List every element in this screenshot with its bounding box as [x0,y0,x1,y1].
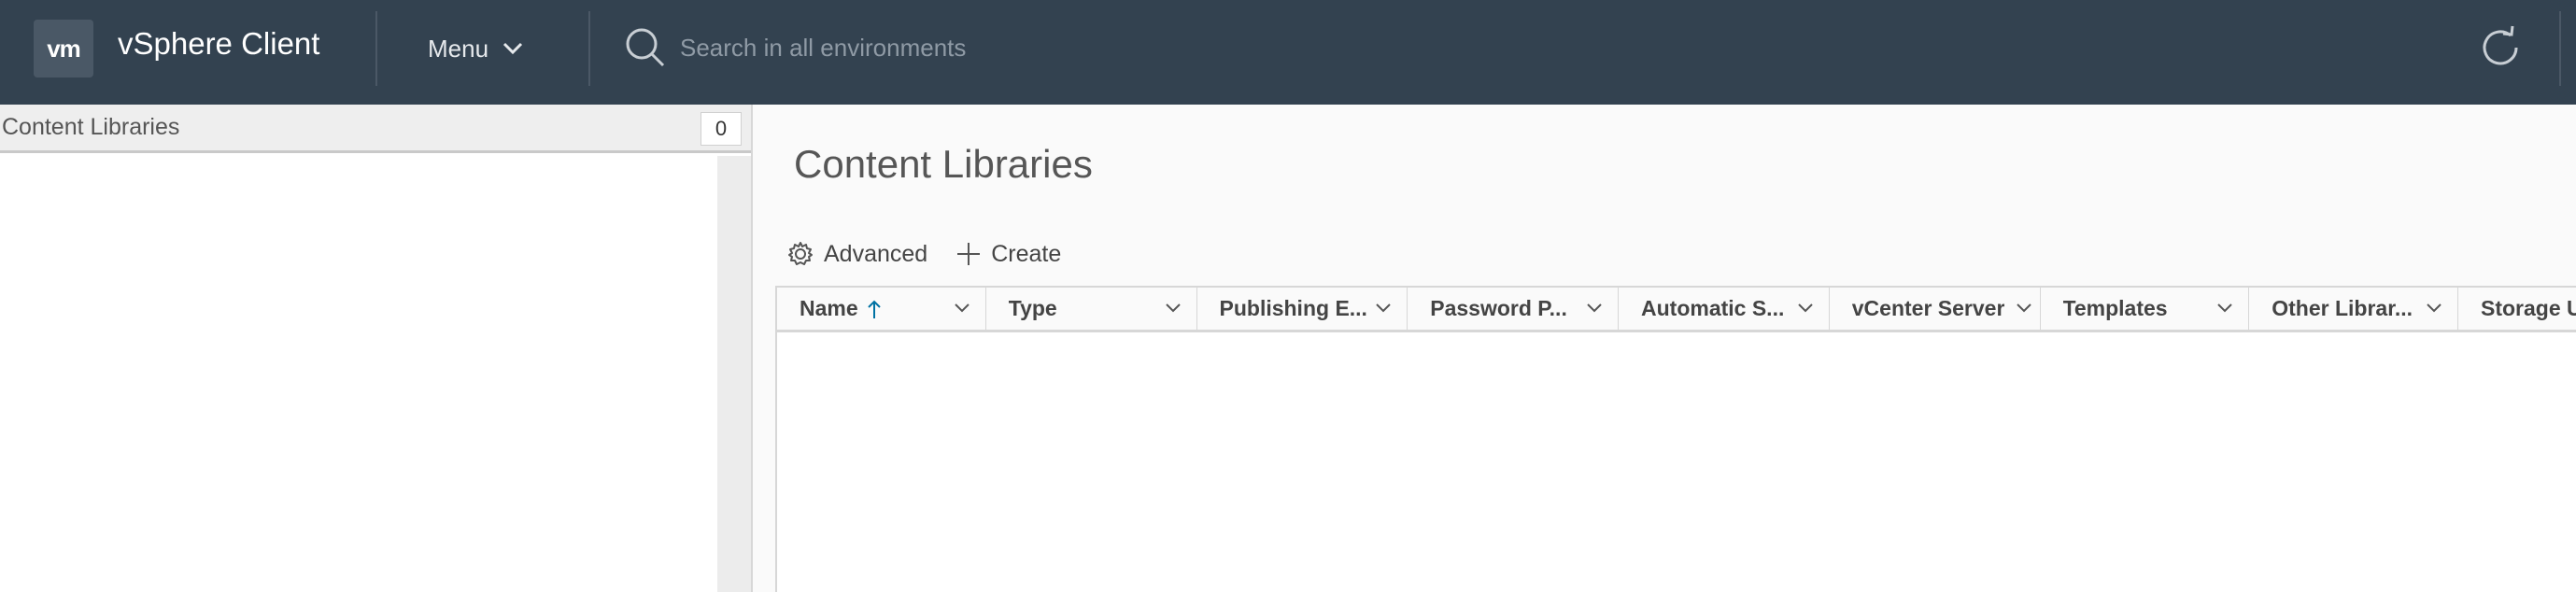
header-separator [2559,11,2561,86]
chevron-down-icon [502,42,523,55]
sort-ascending-icon [867,300,881,318]
menu-button[interactable]: Menu [428,24,524,73]
column-header-automatic-sync[interactable]: Automatic S... [1619,288,1830,330]
top-header: vm vSphere Client Menu [0,0,2576,105]
header-separator [588,11,590,86]
navigator-title: Content Libraries [2,114,180,140]
grid-header: Name Type Publishing E... Password P... [777,288,2576,332]
gear-icon [788,242,813,265]
refresh-icon[interactable] [2475,22,2526,73]
column-header-vcenter-server[interactable]: vCenter Server [1830,288,2041,330]
plus-icon [957,243,981,265]
column-label: Publishing E... [1219,296,1367,320]
menu-label: Menu [428,34,489,63]
vmware-logo[interactable]: vm [34,20,93,78]
toolbar: Advanced Create [786,233,1089,275]
page-title: Content Libraries [794,142,1093,186]
create-label: Create [991,240,1062,267]
chevron-down-icon [1376,303,1391,313]
chevron-down-icon [1798,303,1813,313]
search-input[interactable] [680,28,1521,67]
column-header-templates[interactable]: Templates [2041,288,2250,330]
chevron-down-icon [955,303,970,313]
column-header-publishing[interactable]: Publishing E... [1197,288,1408,330]
column-label: Password P... [1430,296,1567,320]
column-label: Other Librar... [2272,296,2413,320]
search-icon [626,28,665,67]
app-title[interactable]: vSphere Client [118,26,319,62]
create-button[interactable]: Create [955,241,1061,268]
advanced-button[interactable]: Advanced [786,240,927,268]
main-content: Content Libraries Advanced Create Name T… [753,105,2576,592]
library-count-badge: 0 [701,112,742,146]
column-label: Storage U [2481,296,2576,320]
chevron-down-icon [1165,303,1181,313]
column-label: Type [1008,296,1057,320]
column-header-name[interactable]: Name [777,288,986,330]
column-label: Automatic S... [1641,296,1785,320]
header-separator [375,11,377,86]
navigator-scrollbar[interactable] [717,156,751,592]
column-header-type[interactable]: Type [986,288,1197,330]
chevron-down-icon [2427,303,2442,313]
column-header-other-library-items[interactable]: Other Librar... [2249,288,2458,330]
navigator-panel: Content Libraries 0 [0,105,753,592]
column-label: Name [800,296,858,320]
column-label: vCenter Server [1851,296,2005,320]
advanced-label: Advanced [824,240,928,267]
chevron-down-icon [1587,303,1602,313]
chevron-down-icon [2016,303,2031,313]
chevron-down-icon [2217,303,2232,313]
column-header-password[interactable]: Password P... [1408,288,1619,330]
column-label: Templates [2062,296,2168,320]
content-libraries-grid: Name Type Publishing E... Password P... [775,286,2576,592]
column-header-storage-used[interactable]: Storage U [2458,288,2576,330]
navigator-header: Content Libraries 0 [0,105,751,153]
